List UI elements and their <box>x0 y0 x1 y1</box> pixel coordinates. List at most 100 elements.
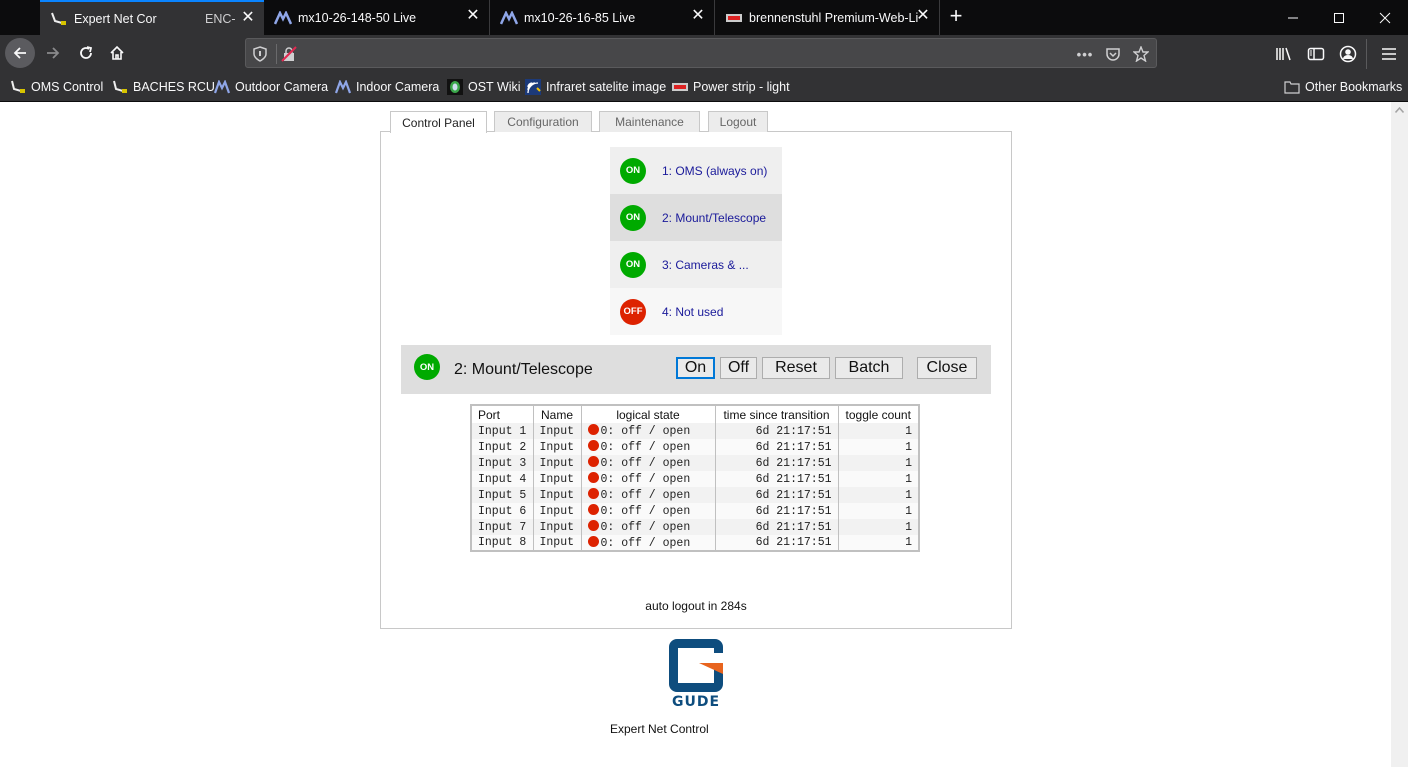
outlet-item-2[interactable]: ON 2: Mount/Telescope <box>610 194 782 241</box>
table-row: Input 6 Input 0: off / open 6d 21:17:51 1 <box>471 503 919 519</box>
detail-title: 2: Mount/Telescope <box>454 361 593 378</box>
home-icon <box>110 45 124 60</box>
toggle-count-cell: 1 <box>837 455 919 471</box>
port-cell: Input 4 <box>471 471 533 487</box>
on-button[interactable]: On <box>676 357 715 379</box>
tab-title: brennenstuhl Premium-Web-Li <box>749 10 919 25</box>
tab-logout[interactable]: Logout <box>708 111 768 132</box>
outlet-label[interactable]: 1: OMS (always on) <box>662 164 767 178</box>
library-button[interactable] <box>1270 40 1298 68</box>
column-header-port: Port <box>471 405 533 423</box>
state-indicator-icon <box>587 504 599 515</box>
insecure-lock-icon[interactable] <box>280 45 298 63</box>
new-tab-button[interactable]: + <box>944 4 968 28</box>
arrow-right-icon <box>47 47 60 59</box>
port-cell: Input 5 <box>471 487 533 503</box>
column-header-toggle-count: toggle count <box>837 405 919 423</box>
pocket-icon[interactable] <box>1104 45 1122 63</box>
bookmark-infrared-satellite[interactable]: Infraret satelite image <box>525 78 666 96</box>
table-row: Input 3 Input 0: off / open 6d 21:17:51 1 <box>471 455 919 471</box>
state-indicator-icon <box>587 456 599 467</box>
scroll-up-icon[interactable] <box>1394 106 1405 115</box>
outlet-label[interactable]: 4: Not used <box>662 305 723 319</box>
mobotix-icon <box>274 10 292 26</box>
menu-button[interactable] <box>1375 40 1403 68</box>
outlet-status-badge[interactable]: ON <box>620 251 646 278</box>
browser-tab-mx10-26-148-50[interactable]: mx10-26-148-50 Live ✕ <box>264 0 490 35</box>
close-tab-icon[interactable]: ✕ <box>690 8 706 24</box>
browser-tab-mx10-26-16-85[interactable]: mx10-26-16-85 Live ✕ <box>490 0 715 35</box>
close-button[interactable]: Close <box>917 357 977 379</box>
reload-icon <box>80 46 93 59</box>
toggle-count-cell: 1 <box>837 487 919 503</box>
logical-state-cell: 0: off / open <box>580 439 715 455</box>
bookmark-power-strip[interactable]: Power strip - light <box>672 78 790 96</box>
close-tab-icon[interactable]: ✕ <box>240 10 256 26</box>
outlet-item-4[interactable]: OFF 4: Not used <box>610 288 782 335</box>
hamburger-icon <box>1382 48 1396 60</box>
time-since-transition-cell: 6d 21:17:51 <box>714 503 838 519</box>
port-cell: Input 2 <box>471 439 533 455</box>
name-cell: Input <box>532 503 581 519</box>
bookmark-oms-control[interactable]: OMS Control <box>10 78 103 96</box>
table-row: Input 8 Input 0: off / open 6d 21:17:51 1 <box>471 535 919 551</box>
back-button[interactable] <box>5 38 35 68</box>
port-cell: Input 1 <box>471 423 533 439</box>
off-button[interactable]: Off <box>720 357 757 379</box>
bookmark-ost-wiki[interactable]: OST Wiki <box>447 78 521 96</box>
column-header-time-since-transition: time since transition <box>714 405 838 423</box>
shield-icon[interactable] <box>251 45 269 63</box>
toggle-count-cell: 1 <box>837 439 919 455</box>
outlet-status-badge[interactable]: ON <box>620 204 646 231</box>
bookmark-outdoor-camera[interactable]: Outdoor Camera <box>214 78 328 96</box>
time-since-transition-cell: 6d 21:17:51 <box>714 535 838 551</box>
outlet-item-1[interactable]: ON 1: OMS (always on) <box>610 147 782 194</box>
bookmarks-bar: OMS Control BACHES RCU Outdoor Camera In… <box>0 72 1408 102</box>
reload-button[interactable] <box>71 38 101 68</box>
bookmark-baches-rcu[interactable]: BACHES RCU <box>112 78 215 96</box>
bookmark-star-icon[interactable] <box>1132 45 1150 63</box>
name-cell: Input <box>532 471 581 487</box>
sidebar-button[interactable] <box>1302 40 1330 68</box>
mobotix-icon <box>214 79 230 95</box>
browser-tab-brennenstuhl[interactable]: brennenstuhl Premium-Web-Li ✕ <box>715 0 940 35</box>
bookmark-indoor-camera[interactable]: Indoor Camera <box>335 78 439 96</box>
power-strip-icon <box>672 79 688 95</box>
page-actions-icon[interactable]: ••• <box>1076 45 1094 63</box>
maximize-icon <box>1334 12 1344 23</box>
close-tab-icon[interactable]: ✕ <box>915 8 931 24</box>
url-input[interactable] <box>306 43 1066 63</box>
logical-state-cell: 0: off / open <box>580 455 715 471</box>
close-tab-icon[interactable]: ✕ <box>465 8 481 24</box>
bookmark-label: OST Wiki <box>468 80 521 94</box>
address-bar[interactable]: ••• <box>245 38 1157 68</box>
outlet-label[interactable]: 2: Mount/Telescope <box>662 211 766 225</box>
reset-button[interactable]: Reset <box>762 357 830 379</box>
maximize-button[interactable] <box>1316 0 1362 35</box>
name-cell: Input <box>532 519 581 535</box>
outlet-item-3[interactable]: ON 3: Cameras & ... <box>610 241 782 288</box>
state-text: 0: off / open <box>600 521 691 534</box>
detail-status-badge: ON <box>414 354 440 380</box>
outlet-status-badge[interactable]: ON <box>620 157 646 184</box>
state-indicator-icon <box>587 520 599 531</box>
vertical-scrollbar[interactable] <box>1391 102 1408 767</box>
batch-button[interactable]: Batch <box>835 357 903 379</box>
account-button[interactable] <box>1334 40 1362 68</box>
home-button[interactable] <box>102 38 132 68</box>
outlet-label[interactable]: 3: Cameras & ... <box>662 258 749 272</box>
close-window-button[interactable] <box>1362 0 1408 35</box>
wiki-icon <box>447 79 463 95</box>
tab-maintenance[interactable]: Maintenance <box>599 111 700 132</box>
url-separator <box>276 44 277 64</box>
forward-button[interactable] <box>38 38 68 68</box>
tab-configuration[interactable]: Configuration <box>494 111 592 132</box>
outlet-status-badge[interactable]: OFF <box>620 298 646 325</box>
minimize-button[interactable] <box>1270 0 1316 35</box>
browser-tab-expert-net-control[interactable]: Expert Net Cor ENC- ✕ <box>40 0 264 35</box>
tab-control-panel[interactable]: Control Panel <box>390 111 487 133</box>
mobotix-icon <box>500 10 518 26</box>
logical-state-cell: 0: off / open <box>580 487 715 503</box>
other-bookmarks[interactable]: Other Bookmarks <box>1284 78 1402 96</box>
table-row: Input 4 Input 0: off / open 6d 21:17:51 1 <box>471 471 919 487</box>
